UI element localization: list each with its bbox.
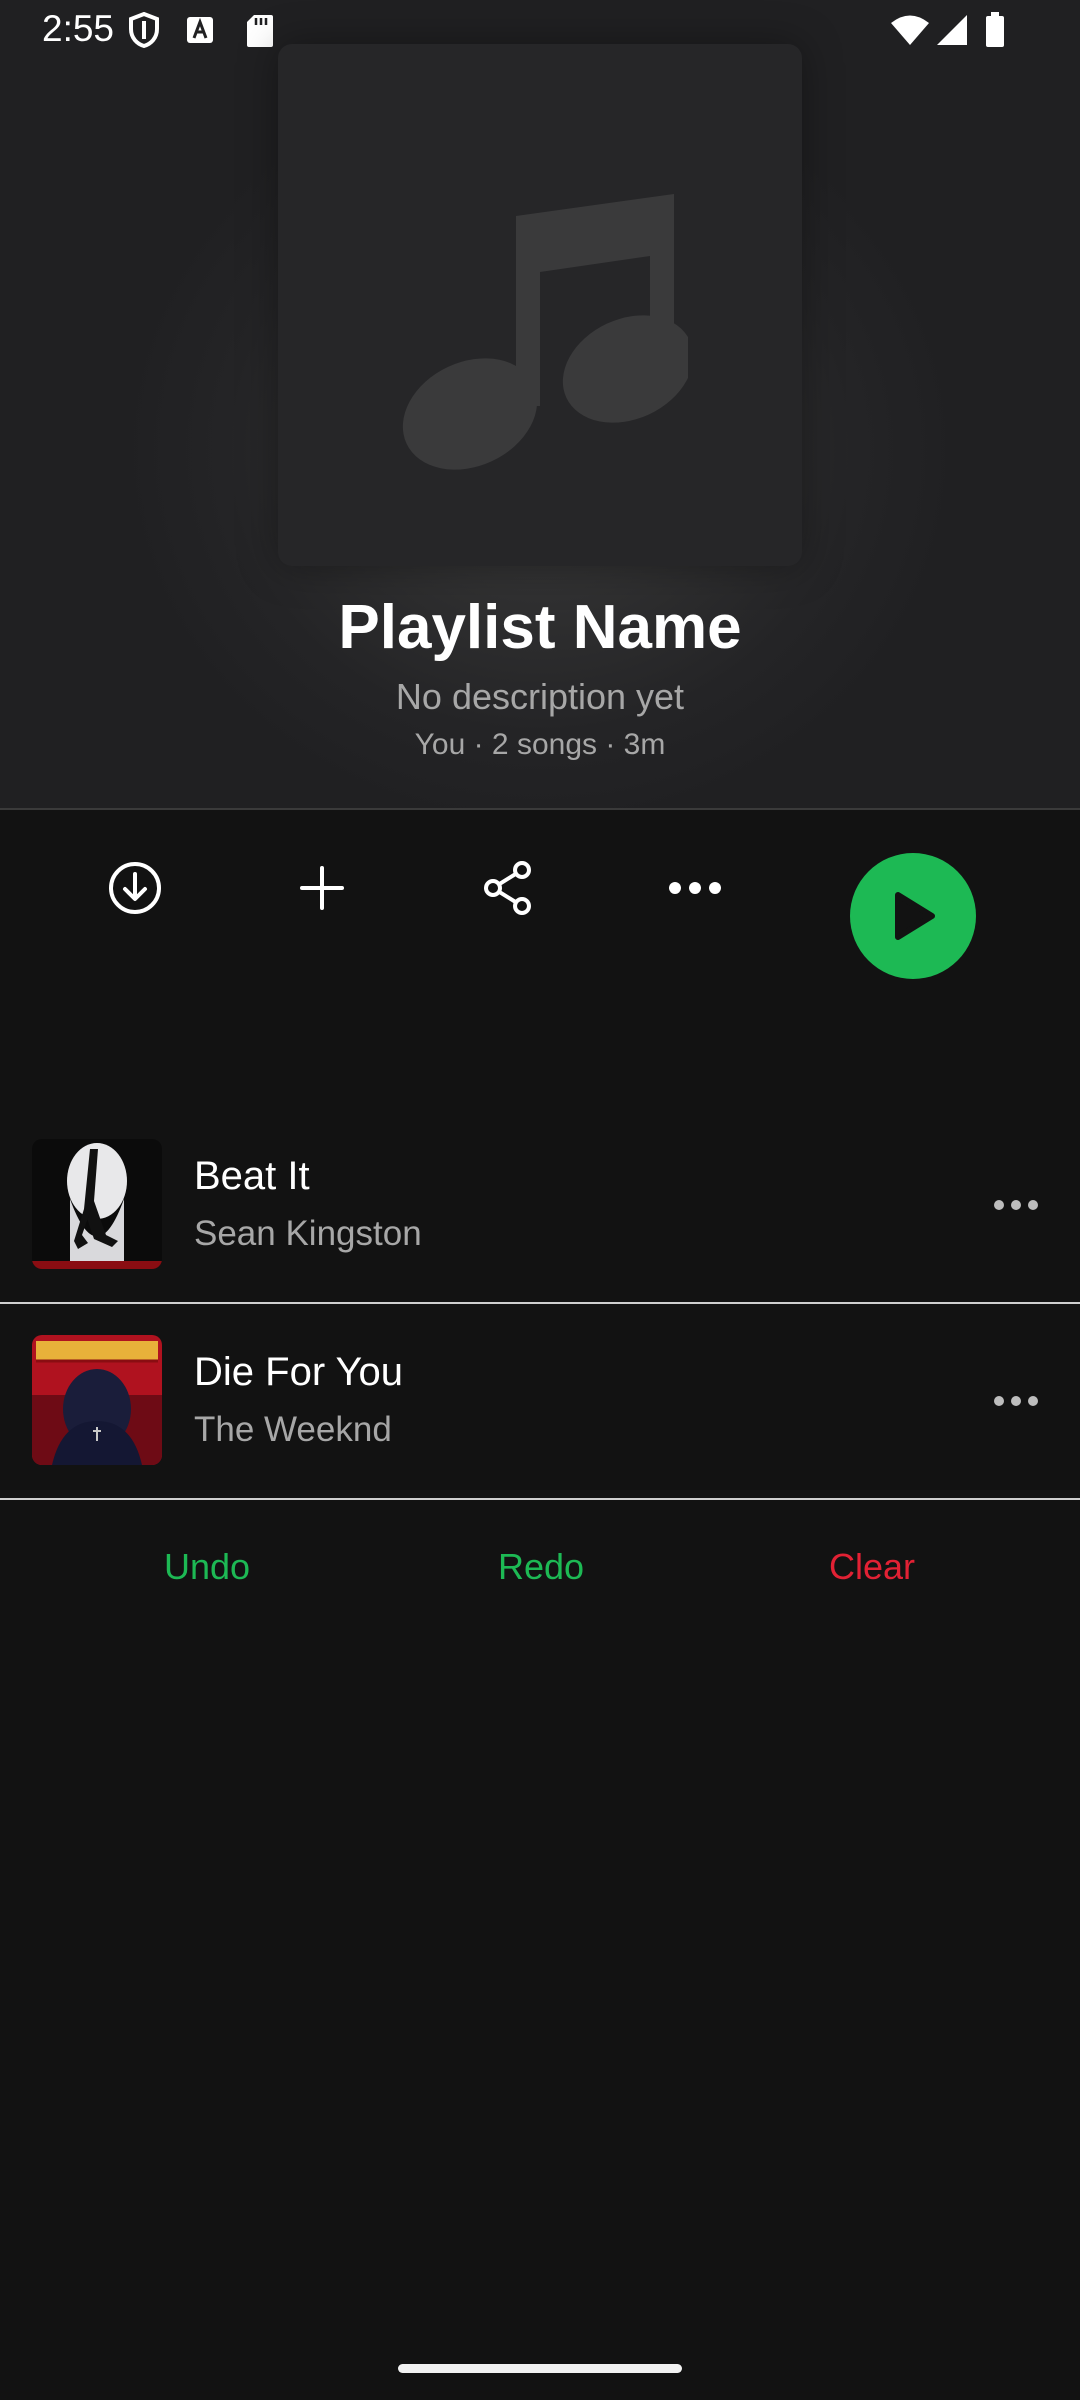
track-artist: The Weeknd — [194, 1410, 392, 1449]
more-icon — [994, 1200, 1038, 1210]
more-icon — [994, 1396, 1038, 1406]
playlist-header: 2:55 Playlist Name No description yet Yo… — [0, 0, 1080, 810]
album-art-die-for-you — [32, 1335, 162, 1465]
track-more-button[interactable] — [992, 1394, 1052, 1424]
playlist-title[interactable]: Playlist Name — [0, 592, 1080, 663]
font-a-icon — [186, 16, 214, 49]
more-options-button[interactable] — [655, 848, 735, 928]
download-button[interactable] — [95, 848, 175, 928]
redo-button[interactable]: Redo — [498, 1546, 584, 1588]
wifi-icon — [890, 14, 930, 51]
plus-icon — [300, 866, 344, 910]
play-icon — [895, 892, 935, 940]
add-songs-button[interactable] — [282, 848, 362, 928]
track-artist: Sean Kingston — [194, 1214, 422, 1253]
share-icon — [484, 861, 531, 915]
sd-card-icon — [246, 14, 274, 53]
more-icon — [669, 882, 721, 894]
battery-icon — [985, 12, 1005, 53]
shield-icon — [128, 11, 160, 53]
track-title: Die For You — [194, 1350, 404, 1394]
download-icon — [109, 862, 161, 914]
music-note-icon — [402, 194, 688, 470]
play-button[interactable] — [850, 853, 976, 979]
album-art-beat-it — [32, 1139, 162, 1269]
share-button[interactable] — [468, 848, 548, 928]
playlist-cover — [278, 44, 802, 566]
status-time: 2:55 — [42, 8, 115, 49]
track-more-button[interactable] — [992, 1198, 1052, 1228]
track-title: Beat It — [194, 1154, 310, 1198]
clear-button[interactable]: Clear — [829, 1546, 915, 1588]
home-indicator[interactable] — [398, 2364, 682, 2373]
undo-button[interactable]: Undo — [164, 1546, 250, 1588]
track-row[interactable]: Beat It Sean Kingston — [0, 1108, 1080, 1304]
signal-icon — [936, 14, 968, 51]
track-row[interactable]: Die For You The Weeknd — [0, 1304, 1080, 1500]
playlist-description[interactable]: No description yet — [0, 676, 1080, 718]
playlist-meta: You · 2 songs · 3m — [414, 728, 666, 761]
